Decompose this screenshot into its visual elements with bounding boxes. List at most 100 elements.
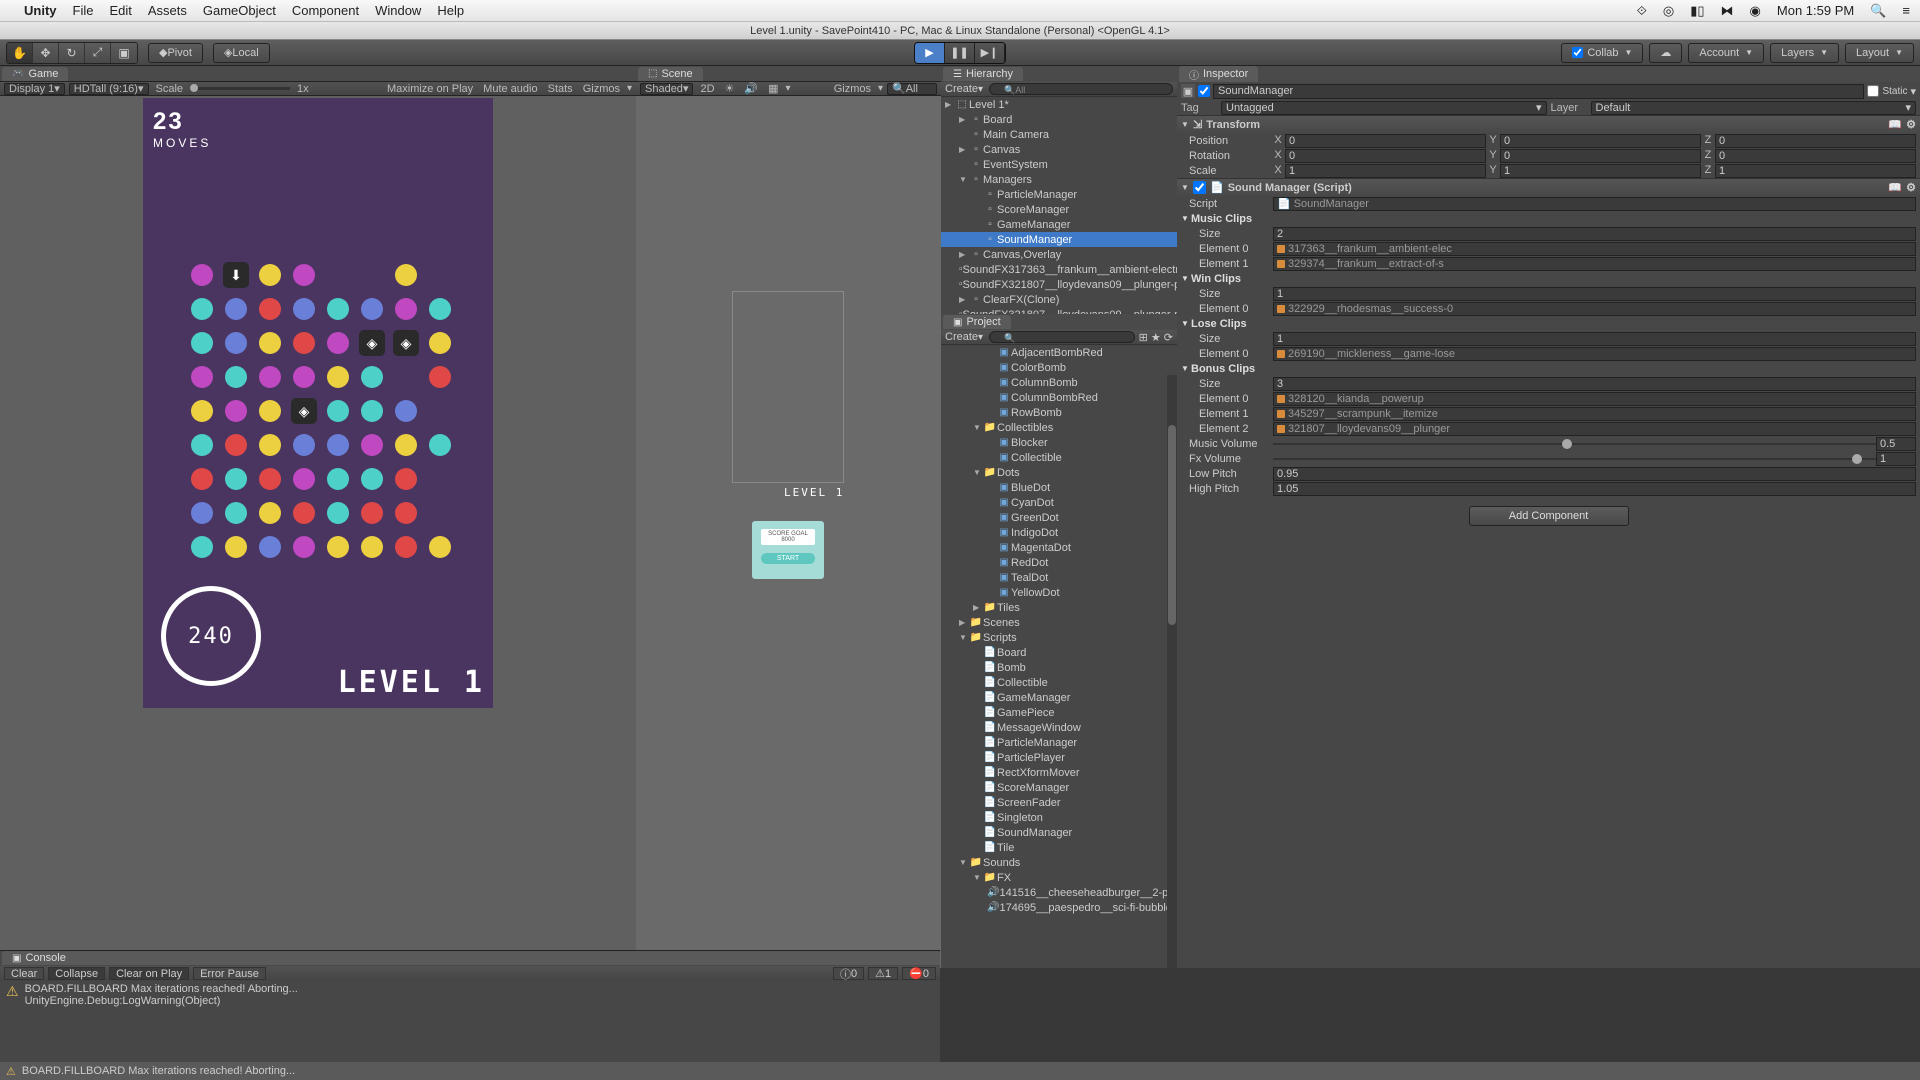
hierarchy-item[interactable]: ▫SoundManager: [941, 232, 1177, 247]
object-name[interactable]: [1213, 84, 1864, 99]
rot-x[interactable]: [1285, 149, 1486, 163]
pos-y[interactable]: [1500, 134, 1701, 148]
menu-help[interactable]: Help: [437, 3, 464, 18]
project-tree[interactable]: ▣AdjacentBombRed▣ColorBomb▣ColumnBomb▣Co…: [941, 345, 1177, 968]
low-pitch[interactable]: [1273, 467, 1916, 481]
scrollbar[interactable]: [1167, 375, 1177, 968]
project-item[interactable]: ▣ColorBomb: [941, 360, 1177, 375]
help-icon[interactable]: 📖: [1888, 181, 1902, 194]
project-item[interactable]: 📄MessageWindow: [941, 720, 1177, 735]
project-item[interactable]: ▣Blocker: [941, 435, 1177, 450]
hierarchy-tab[interactable]: ☰Hierarchy: [943, 67, 1023, 81]
audio-icon[interactable]: 🔊: [741, 82, 761, 95]
scl-z[interactable]: [1715, 164, 1916, 178]
play-button[interactable]: ▶: [915, 43, 945, 63]
project-item[interactable]: ▣BlueDot: [941, 480, 1177, 495]
maxplay-toggle[interactable]: Maximize on Play: [384, 83, 476, 95]
music-volume-slider[interactable]: [1273, 437, 1876, 451]
menu-gameobject[interactable]: GameObject: [203, 3, 276, 18]
project-item[interactable]: ▣ColumnBombRed: [941, 390, 1177, 405]
project-item[interactable]: 📄ScreenFader: [941, 795, 1177, 810]
hierarchy-tree[interactable]: ▶⬚Level 1*▶▫Board▫Main Camera▶▫Canvas▫Ev…: [941, 97, 1177, 314]
scale-tool[interactable]: ⤢: [85, 43, 111, 63]
project-item[interactable]: ▼📁Sounds: [941, 855, 1177, 870]
appname[interactable]: Unity: [24, 3, 57, 18]
hierarchy-item[interactable]: ▶▫Canvas,Overlay: [941, 247, 1177, 262]
aspect-dropdown[interactable]: HDTall (9:16) ▾: [69, 83, 149, 95]
project-search[interactable]: 🔍: [989, 331, 1135, 343]
error-count[interactable]: ⛔ 0: [902, 967, 936, 980]
win-size[interactable]: [1273, 287, 1916, 301]
create-dropdown[interactable]: Create: [945, 83, 978, 95]
step-button[interactable]: ▶❙: [975, 43, 1005, 63]
move-tool[interactable]: ✥: [33, 43, 59, 63]
project-item[interactable]: ▣Collectible: [941, 450, 1177, 465]
active-checkbox[interactable]: [1198, 85, 1210, 97]
layout-dropdown[interactable]: Layout▼: [1845, 43, 1914, 63]
bonus-size[interactable]: [1273, 377, 1916, 391]
search-icon[interactable]: 🔍: [1870, 3, 1886, 19]
wifi-icon[interactable]: ◉: [1750, 3, 1761, 19]
project-tab[interactable]: ▣Project: [943, 315, 1011, 329]
high-pitch[interactable]: [1273, 482, 1916, 496]
clock[interactable]: Mon 1:59 PM: [1777, 3, 1854, 18]
project-item[interactable]: 📄ParticlePlayer: [941, 750, 1177, 765]
hierarchy-item[interactable]: ▫EventSystem: [941, 157, 1177, 172]
project-item[interactable]: ▣AdjacentBombRed: [941, 345, 1177, 360]
project-item[interactable]: 📄RectXformMover: [941, 765, 1177, 780]
project-item[interactable]: ▶📁Tiles: [941, 600, 1177, 615]
inspector-tab[interactable]: ⓘInspector: [1179, 66, 1258, 83]
pos-x[interactable]: [1285, 134, 1486, 148]
scene-search[interactable]: 🔍All: [887, 83, 937, 95]
hierarchy-item[interactable]: ▶▫ClearFX(Clone): [941, 292, 1177, 307]
project-item[interactable]: 📄ScoreManager: [941, 780, 1177, 795]
project-item[interactable]: 📄ParticleManager: [941, 735, 1177, 750]
dropbox-icon[interactable]: ⟐: [1637, 3, 1647, 19]
project-item[interactable]: ▼📁FX: [941, 870, 1177, 885]
hierarchy-item[interactable]: ▫SoundFX321807__lloydevans09__plunger-po…: [941, 277, 1177, 292]
hierarchy-item[interactable]: ▫ParticleManager: [941, 187, 1177, 202]
project-item[interactable]: ▣IndigoDot: [941, 525, 1177, 540]
lose-e0[interactable]: 269190__mickleness__game-lose: [1273, 347, 1916, 361]
light-icon[interactable]: ☀: [722, 82, 738, 95]
stats-toggle[interactable]: Stats: [545, 83, 576, 95]
rot-y[interactable]: [1500, 149, 1701, 163]
gear-icon[interactable]: ⚙: [1906, 118, 1916, 131]
gizmos-toggle[interactable]: Gizmos: [831, 83, 874, 95]
hierarchy-item[interactable]: ▫Main Camera: [941, 127, 1177, 142]
cloud-button[interactable]: ☁: [1649, 43, 1682, 63]
hierarchy-search[interactable]: 🔍All: [989, 83, 1173, 95]
pause-button[interactable]: ❚❚: [945, 43, 975, 63]
errorpause-toggle[interactable]: Error Pause: [193, 967, 266, 980]
scene-view[interactable]: LEVEL 1 SCORE GOAL 8000 START: [636, 96, 941, 968]
gear-icon[interactable]: ⚙: [1906, 181, 1916, 194]
menu-component[interactable]: Component: [292, 3, 359, 18]
project-item[interactable]: ▼📁Scripts: [941, 630, 1177, 645]
project-item[interactable]: ▶📁Scenes: [941, 615, 1177, 630]
hierarchy-item[interactable]: ▫GameManager: [941, 217, 1177, 232]
info-count[interactable]: ⓘ 0: [833, 967, 864, 980]
create-dropdown[interactable]: Create: [945, 331, 978, 343]
project-item[interactable]: 📄Board: [941, 645, 1177, 660]
project-item[interactable]: ▼📁Dots: [941, 465, 1177, 480]
bonus-e2[interactable]: 321807__lloydevans09__plunger: [1273, 422, 1916, 436]
bonus-e1[interactable]: 345297__scrampunk__itemize: [1273, 407, 1916, 421]
project-item[interactable]: 📄SoundManager: [941, 825, 1177, 840]
menu-file[interactable]: File: [73, 3, 94, 18]
music-e1[interactable]: 329374__frankum__extract-of-s: [1273, 257, 1916, 271]
hierarchy-item[interactable]: ▶▫Board: [941, 112, 1177, 127]
project-item[interactable]: ▣MagentaDot: [941, 540, 1177, 555]
project-item[interactable]: 📄Collectible: [941, 675, 1177, 690]
collapse-toggle[interactable]: Collapse: [48, 967, 105, 980]
warn-count[interactable]: ⚠ 1: [868, 967, 898, 980]
project-item[interactable]: 🔊141516__cheeseheadburger__2-pop: [941, 885, 1177, 900]
account-dropdown[interactable]: Account▼: [1688, 43, 1764, 63]
project-item[interactable]: ▣GreenDot: [941, 510, 1177, 525]
project-item[interactable]: 📄Singleton: [941, 810, 1177, 825]
hierarchy-item[interactable]: ▫SoundFX321807__lloydevans09__plunger-po…: [941, 307, 1177, 314]
hand-tool[interactable]: ✋: [7, 43, 33, 63]
project-item[interactable]: ▣RedDot: [941, 555, 1177, 570]
project-item[interactable]: 🔊174695__paespedro__sci-fi-bubble-pop: [941, 900, 1177, 915]
rotate-tool[interactable]: ↻: [59, 43, 85, 63]
music-e0[interactable]: 317363__frankum__ambient-elec: [1273, 242, 1916, 256]
